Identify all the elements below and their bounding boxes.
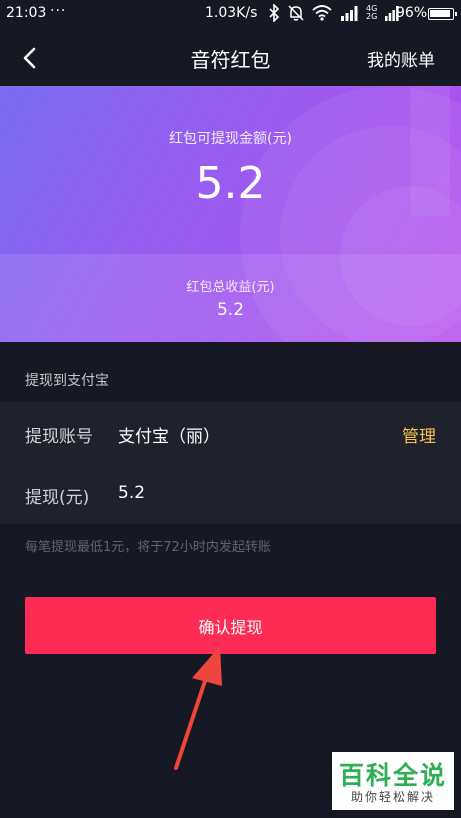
balance-card: 红包可提现金额(元) 5.2 红包总收益(元) 5.2 [0, 86, 461, 342]
wifi-icon [312, 5, 332, 21]
watermark-logo: 百科全说 助你轻松解决 [332, 752, 454, 810]
withdrawable-label: 红包可提现金额(元) [169, 131, 292, 147]
withdraw-section-title: 提现到支付宝 [25, 373, 109, 389]
total-income-strip [0, 254, 461, 342]
battery-icon [428, 8, 457, 20]
amount-input[interactable]: 5.2 [118, 483, 145, 503]
amount-label: 提现(元) [25, 488, 90, 508]
signal-icon [341, 6, 358, 21]
watermark-subtitle: 助你轻松解决 [350, 790, 435, 804]
nav-bar: 音符红包 我的账单 [0, 28, 461, 86]
status-icons: 4G 2G [268, 4, 399, 22]
withdrawable-amount: 5.2 [195, 158, 266, 209]
network-type-label: 4G 2G [366, 5, 377, 21]
watermark-title: 百科全说 [338, 761, 447, 790]
account-value: 支付宝（丽） [118, 427, 220, 447]
withdraw-hint: 每笔提现最低1元，将于72小时内发起转账 [25, 540, 271, 555]
withdraw-form: 提现账号 支付宝（丽） 管理 提现(元) 5.2 [0, 402, 461, 524]
status-time: 21:03 [6, 5, 47, 21]
status-net-speed: 1.03K/s [205, 5, 258, 21]
bluetooth-icon [269, 4, 280, 22]
status-bar: 21:03 ··· 1.03K/s 4G 2G 96% [0, 0, 461, 28]
manage-account-button[interactable]: 管理 [402, 422, 436, 447]
my-bill-link[interactable]: 我的账单 [367, 46, 435, 71]
mute-bell-icon [288, 5, 304, 21]
battery-percent: 96% [396, 5, 428, 21]
total-income-label: 红包总收益(元) [186, 280, 275, 295]
account-label: 提现账号 [25, 427, 93, 447]
status-menu-dots: ··· [50, 3, 67, 19]
annotation-arrow-icon [174, 646, 222, 770]
network-2g: 2G [366, 12, 378, 21]
total-income-amount: 5.2 [216, 300, 245, 320]
